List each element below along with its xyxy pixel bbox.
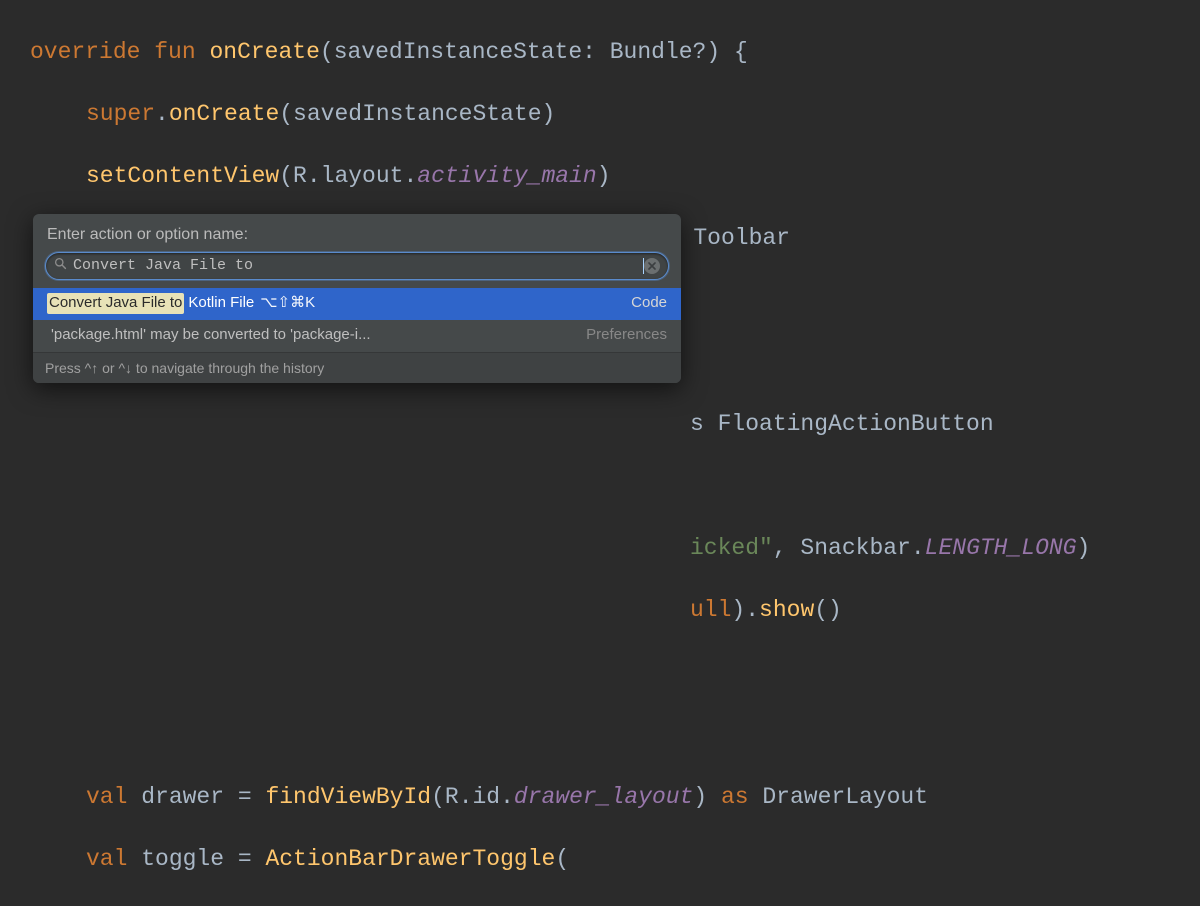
fn-onCreate: onCreate [209, 39, 319, 65]
kw-val-toggle: val [86, 846, 127, 872]
category-label: Preferences [586, 325, 667, 345]
type-drawerlayout: DrawerLayout [749, 784, 928, 810]
search-input[interactable] [73, 257, 642, 274]
fn-actionbardrawertoggle: ActionBarDrawerToggle [265, 846, 555, 872]
p-toggle: ( [555, 846, 569, 872]
null-tail: ull [690, 597, 731, 623]
p-show-2: () [814, 597, 842, 623]
type-fab-tail: s FloatingActionButton [690, 411, 994, 437]
p-setContentView-2: ) [597, 163, 611, 189]
kw-as-2: as [721, 784, 749, 810]
match-rest: 'package.html' may be converted to 'pack… [51, 325, 371, 345]
find-action-popup: Enter action or option name: Convert Jav… [33, 214, 681, 383]
var-toggle: toggle = [127, 846, 265, 872]
popup-label: Enter action or option name: [33, 214, 681, 252]
args-super: (savedInstanceState) [279, 101, 555, 127]
p-drawer-2: ) [693, 784, 721, 810]
dot: . [155, 101, 169, 127]
mid-snackbar: , Snackbar. [773, 535, 925, 561]
p-drawer-1: (R.id. [431, 784, 514, 810]
fn-super-onCreate: onCreate [169, 101, 279, 127]
popup-item-package-info[interactable]: 'package.html' may be converted to 'pack… [33, 320, 681, 352]
kw-fun: fun [154, 39, 195, 65]
field-activity-main: activity_main [417, 163, 596, 189]
fn-findViewById-2: findViewById [265, 784, 431, 810]
field-drawer-layout: drawer_layout [514, 784, 693, 810]
str-icked: icked" [690, 535, 773, 561]
popup-footer-hint: Press ^↑ or ^↓ to navigate through the h… [33, 352, 681, 384]
type-toolbar: Toolbar [680, 225, 790, 251]
fn-show: show [759, 597, 814, 623]
p-snackbar: ) [1076, 535, 1090, 561]
const-length-long: LENGTH_LONG [925, 535, 1077, 561]
popup-results: Convert Java File to Kotlin File ⌥⇧⌘K Co… [33, 288, 681, 352]
kw-val-drawer: val [86, 784, 127, 810]
sig-onCreate: (savedInstanceState: Bundle?) { [320, 39, 748, 65]
p-show-1: ). [731, 597, 759, 623]
search-field-wrap[interactable] [45, 252, 669, 280]
code-editor[interactable]: override fun onCreate(savedInstanceState… [0, 0, 1200, 906]
var-drawer: drawer = [127, 784, 265, 810]
shortcut-label: ⌥⇧⌘K [260, 293, 315, 313]
popup-item-convert-kotlin[interactable]: Convert Java File to Kotlin File ⌥⇧⌘K Co… [33, 288, 681, 320]
match-highlight: Convert Java File to [47, 293, 184, 313]
kw-super: super [86, 101, 155, 127]
match-rest: Kotlin File [188, 293, 254, 313]
kw-override: override [30, 39, 140, 65]
category-label: Code [631, 293, 667, 313]
clear-icon[interactable] [644, 258, 660, 274]
search-icon [54, 256, 67, 275]
fn-setContentView: setContentView [86, 163, 279, 189]
p-setContentView-1: (R.layout. [279, 163, 417, 189]
